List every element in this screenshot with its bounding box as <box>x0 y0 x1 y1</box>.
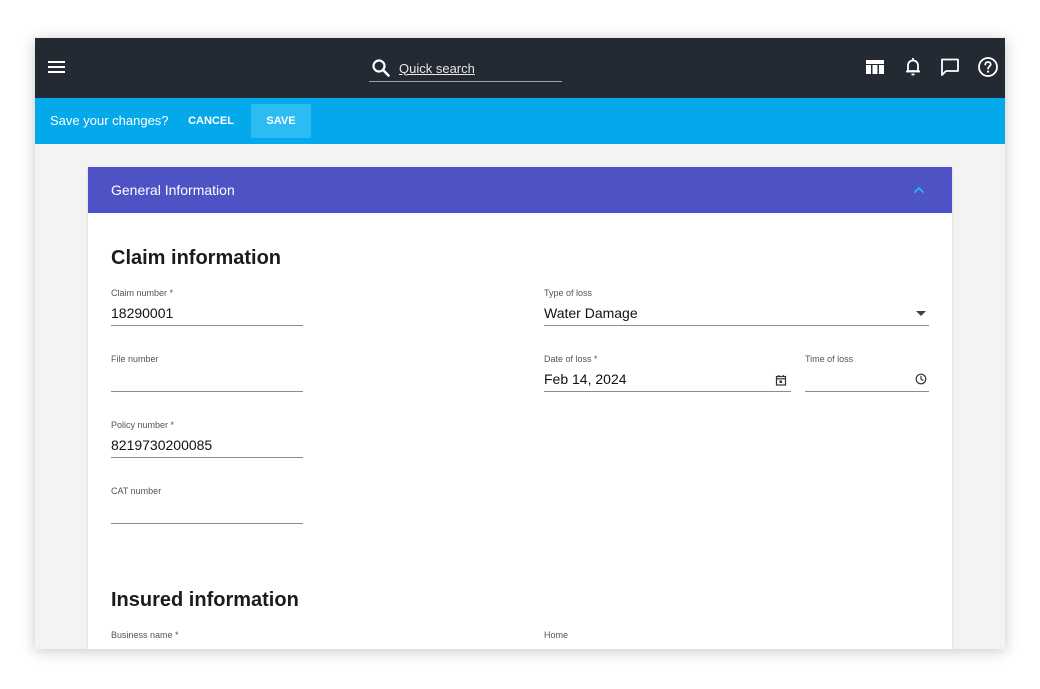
quick-search[interactable] <box>369 56 562 82</box>
card-title: General Information <box>111 182 235 198</box>
cat-number-field[interactable]: CAT number <box>111 486 303 524</box>
type-of-loss-label: Type of loss <box>544 288 593 298</box>
top-app-bar <box>35 38 1005 98</box>
type-of-loss-value: Water Damage <box>544 305 638 321</box>
search-icon <box>372 59 390 77</box>
table-icon[interactable] <box>863 55 887 79</box>
business-name-label: Business name * <box>111 630 179 640</box>
policy-number-value: 8219730200085 <box>111 437 213 453</box>
home-field[interactable]: Home <box>544 630 929 649</box>
cat-number-label: CAT number <box>111 486 162 496</box>
help-icon[interactable] <box>976 55 1000 79</box>
file-number-label: File number <box>111 354 159 364</box>
file-number-field[interactable]: File number <box>111 354 303 392</box>
card-header[interactable]: General Information <box>88 167 952 213</box>
bell-icon[interactable] <box>901 55 925 79</box>
time-of-loss-label: Time of loss <box>805 354 854 364</box>
type-of-loss-select[interactable]: Type of loss Water Damage <box>544 288 929 326</box>
date-of-loss-field[interactable]: Date of loss * Feb 14, 2024 <box>544 354 791 392</box>
policy-number-label: Policy number * <box>111 420 175 430</box>
insured-information-heading: Insured information <box>111 589 299 611</box>
clock-icon[interactable] <box>915 373 927 385</box>
policy-number-field[interactable]: Policy number * 8219730200085 <box>111 420 303 458</box>
menu-icon[interactable] <box>45 55 69 79</box>
quick-search-input[interactable] <box>397 56 561 80</box>
app-window: Save your changes? CANCEL SAVE General I… <box>35 38 1005 649</box>
save-changes-bar: Save your changes? CANCEL SAVE <box>35 98 1005 144</box>
general-information-card: General Information Claim information Cl… <box>88 167 952 649</box>
claim-information-heading: Claim information <box>111 247 282 269</box>
time-of-loss-field[interactable]: Time of loss <box>805 354 929 392</box>
calendar-icon[interactable] <box>775 374 787 386</box>
cancel-button[interactable]: CANCEL <box>180 104 242 138</box>
save-prompt: Save your changes? <box>50 113 169 128</box>
save-button[interactable]: SAVE <box>251 104 311 138</box>
home-label: Home <box>544 630 569 640</box>
business-name-field[interactable]: Business name * <box>111 630 303 649</box>
date-of-loss-value: Feb 14, 2024 <box>544 371 627 387</box>
chevron-up-icon[interactable] <box>910 181 928 199</box>
date-of-loss-label: Date of loss * <box>544 354 598 364</box>
claim-number-field[interactable]: Claim number * 18290001 <box>111 288 303 326</box>
claim-number-label: Claim number * <box>111 288 174 298</box>
dropdown-arrow-icon[interactable] <box>915 308 927 318</box>
chat-icon[interactable] <box>938 55 962 79</box>
claim-number-value: 18290001 <box>111 305 174 321</box>
